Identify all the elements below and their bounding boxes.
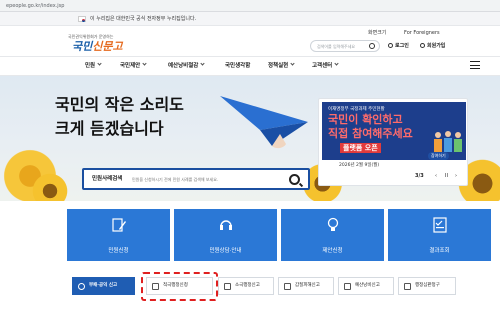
tile-label: 민원상담·안내	[209, 248, 242, 254]
tab-label: 부패·공익 신고	[89, 283, 118, 288]
nav-item-minwon[interactable]: 민원	[85, 61, 102, 71]
case-search-label: 민원사례검색	[92, 176, 123, 182]
chevron-down-icon	[290, 61, 295, 66]
tile-result-lookup[interactable]: 결과조회	[388, 209, 491, 261]
paper-plane-icon	[220, 96, 308, 149]
tab-power-abuse-report[interactable]: 갑질피해신고	[278, 277, 334, 295]
chevron-down-icon	[97, 61, 102, 66]
tile-minwon-counsel[interactable]: 민원상담·안내	[174, 209, 277, 261]
signup-button[interactable]: 회원가입	[420, 41, 445, 51]
nav-item-proposal[interactable]: 국민제안	[120, 61, 147, 71]
lock-icon	[388, 43, 393, 48]
nav-item-policy[interactable]: 정책실현	[268, 61, 295, 71]
for-foreigners-link[interactable]: For Foreigners	[404, 29, 440, 37]
search-icon[interactable]	[369, 43, 375, 49]
main-nav: 민원 국민제안 예산낭비철감 국민생각함 정책실현 고객센터	[0, 56, 500, 76]
promo-prev-button[interactable]: ‹	[435, 172, 437, 180]
promo-line-2: 국민이 확인하고	[328, 113, 403, 126]
people-illustration-icon	[434, 131, 462, 152]
tab-label: 소극행정신고	[235, 283, 260, 288]
tab-admin-appeal[interactable]: 행정심판청구	[398, 277, 456, 295]
chevron-down-icon	[334, 61, 339, 66]
tab-label: 행정심판청구	[415, 283, 440, 288]
pen-icon	[112, 218, 126, 232]
tile-minwon-apply[interactable]: 민원신청	[67, 209, 170, 261]
tab-corruption-report[interactable]: 부패·공익 신고	[72, 277, 135, 295]
chevron-down-icon	[200, 61, 205, 66]
gavel-icon	[404, 283, 411, 290]
promo-pause-button[interactable]: II	[445, 172, 448, 180]
nav-item-budget[interactable]: 예산낭비철감	[168, 61, 205, 71]
promo-pager: 3/3	[415, 173, 424, 179]
coin-icon	[344, 283, 351, 290]
tile-label: 결과조회	[429, 248, 450, 254]
page: epeople.go.kr/index.jsp 이 누리집은 대한민국 공식 전…	[0, 0, 500, 310]
checklist-icon	[433, 217, 447, 233]
logo-title: 국민신문고	[72, 40, 123, 53]
promo-more-button[interactable]: 참여하기	[428, 152, 449, 160]
url-text[interactable]: epeople.go.kr/index.jsp	[6, 1, 64, 11]
header-search-input[interactable]: 검색어를 입력해주세요	[310, 40, 380, 52]
case-search-placeholder[interactable]: 민원을 신청하시기 전에 민원 사례를 검색해 보세요.	[132, 176, 218, 183]
search-icon[interactable]	[289, 174, 300, 185]
tile-proposal-apply[interactable]: 제안신청	[281, 209, 384, 261]
site-logo[interactable]: 국민권익위원회가 운영하는 국민신문고	[68, 34, 128, 56]
hero-headline-1: 국민의 작은 소리도	[55, 95, 184, 114]
lightbulb-icon	[327, 217, 339, 231]
promo-line-1: 이재명정부 국정과제 주민현황	[328, 107, 385, 112]
tile-label: 제안신청	[322, 248, 343, 254]
report-icon	[78, 283, 85, 290]
nav-item-support[interactable]: 고객센터	[312, 61, 339, 71]
flag-icon	[78, 16, 86, 22]
quick-service-tiles: 민원신청 민원상담·안내 제안신청 결과조회	[0, 201, 500, 261]
header-search-placeholder: 검색어를 입력해주세요	[317, 44, 356, 49]
tab-label: 갑질피해신고	[295, 283, 320, 288]
headset-icon	[220, 220, 232, 230]
tab-budget-waste-report[interactable]: 예산낭비신고	[338, 277, 394, 295]
screen-size-menu[interactable]: 화면크기	[368, 29, 386, 37]
hamburger-menu-icon[interactable]	[470, 61, 480, 71]
promo-next-button[interactable]: ›	[455, 172, 457, 180]
highlight-box	[141, 272, 218, 301]
promo-line-4: 플랫폼 오픈	[340, 143, 381, 153]
login-button[interactable]: 로그인	[388, 41, 409, 51]
promo-visual: 이재명정부 국정과제 주민현황 국민이 확인하고 직접 참여해주세요 플랫폼 오…	[322, 102, 466, 160]
user-icon	[420, 43, 425, 48]
case-search-box[interactable]: 민원사례검색 민원을 신청하시기 전에 민원 사례를 검색해 보세요.	[82, 168, 310, 190]
promo-line-3: 직접 참여해주세요	[328, 127, 413, 140]
gov-notice-bar: 이 누리집은 대한민국 공식 전자정부 누리집입니다.	[0, 12, 500, 26]
tile-label: 민원신청	[108, 248, 129, 254]
document-icon	[224, 283, 231, 290]
chevron-down-icon	[142, 61, 147, 66]
site-header: 국민권익위원회가 운영하는 국민신문고 화면크기 For Foreigners …	[0, 26, 500, 56]
hero-banner: 국민의 작은 소리도 크게 듣겠습니다 이재명정부 국정과제 주민현황 국민이 …	[0, 76, 500, 201]
nav-item-opinion[interactable]: 국민생각함	[225, 62, 250, 71]
browser-address-bar[interactable]: epeople.go.kr/index.jsp	[0, 0, 500, 12]
alert-icon	[284, 283, 291, 290]
promo-banner[interactable]: 이재명정부 국정과제 주민현황 국민이 확인하고 직접 참여해주세요 플랫폼 오…	[318, 98, 468, 186]
report-tabs: 부패·공익 신고 적극행정신청 소극행정신고 갑질피해신고 예산낭비신고 행정심…	[0, 261, 500, 310]
promo-date: 2026년 2월 9일(월)	[339, 163, 380, 168]
hero-headline-2: 크게 듣겠습니다	[55, 119, 164, 138]
tab-passive-admin-report[interactable]: 소극행정신고	[218, 277, 274, 295]
sunflower-decoration	[30, 171, 70, 201]
gov-notice-text[interactable]: 이 누리집은 대한민국 공식 전자정부 누리집입니다.	[90, 14, 196, 24]
tab-label: 예산낭비신고	[355, 283, 380, 288]
